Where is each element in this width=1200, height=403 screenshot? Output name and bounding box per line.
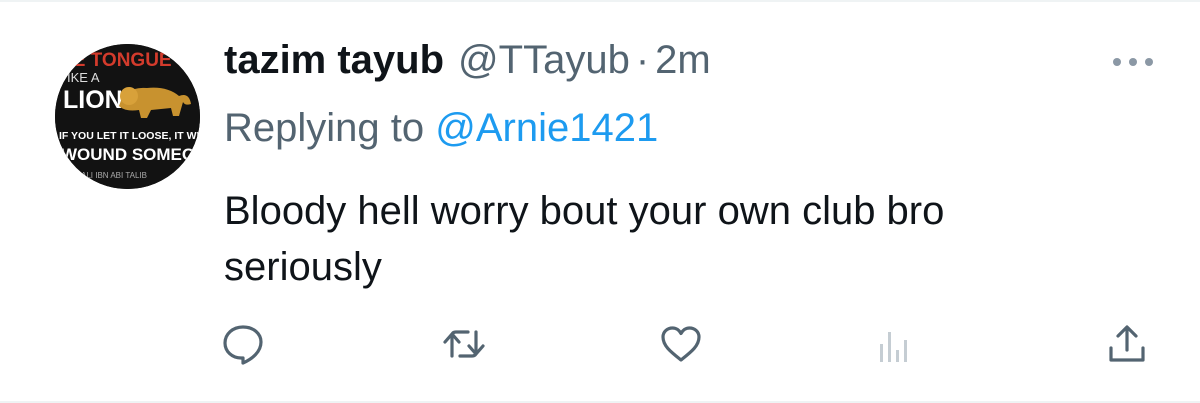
author-handle[interactable]: @TTayub <box>458 38 630 83</box>
tweet-timestamp[interactable]: 2m <box>655 38 711 83</box>
more-options-button[interactable] <box>1110 52 1156 72</box>
reply-context: Replying to @Arnie1421 <box>224 106 658 151</box>
retweet-button[interactable] <box>442 322 486 366</box>
avatar-text-line3: LION <box>63 86 123 114</box>
avatar[interactable]: HE TONGUE IKE A LION IF YOU LET IT LOOSE… <box>55 44 200 189</box>
analytics-icon <box>880 332 907 362</box>
retweet-icon <box>443 330 485 358</box>
avatar-text-line5: WOUND SOMEONE <box>61 145 200 164</box>
share-icon <box>1109 325 1145 362</box>
reply-icon <box>223 325 263 365</box>
share-button[interactable] <box>1105 322 1149 366</box>
tweet-header: tazim tayub @TTayub · 2m <box>224 38 711 94</box>
separator-dot: · <box>635 38 650 82</box>
heart-icon <box>661 326 701 362</box>
avatar-text-line6: ALI IBN ABI TALIB <box>81 171 147 180</box>
tweet-text-line: seriously <box>224 245 382 289</box>
tweet[interactable]: HE TONGUE IKE A LION IF YOU LET IT LOOSE… <box>0 0 1200 403</box>
author-display-name[interactable]: tazim tayub <box>224 38 444 83</box>
avatar-image: HE TONGUE IKE A LION IF YOU LET IT LOOSE… <box>55 44 200 189</box>
reply-button[interactable] <box>221 322 265 366</box>
reply-prefix: Replying to <box>224 106 436 150</box>
like-button[interactable] <box>659 322 703 366</box>
avatar-text-line4: IF YOU LET IT LOOSE, IT WILL <box>59 130 200 142</box>
views-button[interactable] <box>873 322 917 366</box>
reply-handle-link[interactable]: @Arnie1421 <box>435 106 658 150</box>
tweet-text-line: Bloody hell worry bout your own club bro <box>224 189 945 233</box>
more-icon <box>1113 58 1153 66</box>
tweet-text: Bloody hell worry bout your own club bro… <box>224 183 1124 295</box>
avatar-text-line2: IKE A <box>67 70 100 85</box>
avatar-text-line1: HE TONGUE <box>59 50 172 71</box>
